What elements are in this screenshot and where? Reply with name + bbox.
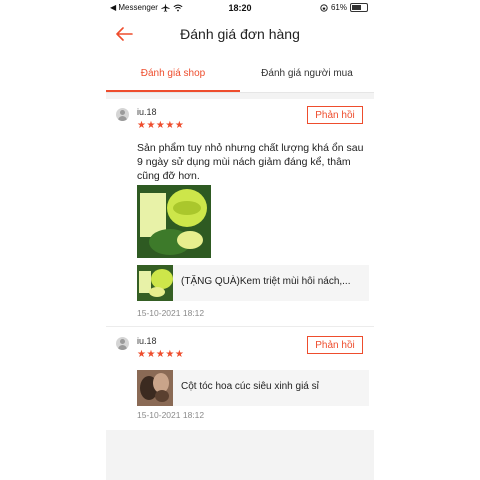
product-name: (TẶNG QUÀ)Kem triệt mùi hôi nách,... [181, 276, 351, 287]
reply-button[interactable]: Phản hồi [307, 336, 363, 354]
page-header: Đánh giá đơn hàng [106, 20, 374, 52]
star-rating: ★★★★★ [137, 120, 185, 131]
status-right: 61% [320, 3, 368, 12]
review-product-link[interactable]: Cột tóc hoa cúc siêu xinh giá sỉ [137, 370, 369, 406]
tab-bar: Đánh giá shop Đánh giá người mua [106, 60, 374, 92]
review-product-link[interactable]: (TẶNG QUÀ)Kem triệt mùi hôi nách,... [137, 265, 369, 301]
review-username: iu.18 [137, 107, 157, 117]
product-thumbnail [137, 265, 173, 301]
phone-screen: ◀ Messenger 18:20 61% Đánh giá đơn hàng … [106, 0, 374, 480]
review-photo[interactable] [137, 185, 211, 258]
avatar [116, 337, 129, 350]
review-date: 15-10-2021 18:12 [137, 410, 205, 420]
tab-buyer-review[interactable]: Đánh giá người mua [240, 68, 374, 79]
product-name: Cột tóc hoa cúc siêu xinh giá sỉ [181, 381, 319, 392]
battery-fill [352, 5, 361, 10]
review-card: iu.18 ★★★★★ Phản hồi Sản phẩm tuy nhỏ nh… [106, 99, 374, 325]
bottom-area [106, 430, 374, 480]
review-date: 15-10-2021 18:12 [137, 308, 205, 318]
battery-icon [350, 3, 368, 12]
battery-percent: 61% [330, 3, 347, 12]
lock-rotation-icon [320, 3, 328, 12]
avatar [116, 108, 129, 121]
reply-button[interactable]: Phản hồi [307, 106, 363, 124]
review-username: iu.18 [137, 336, 157, 346]
tab-shop-review[interactable]: Đánh giá shop [106, 68, 240, 79]
review-card: iu.18 ★★★★★ Phản hồi Cột tóc hoa cúc siê… [106, 327, 374, 427]
product-thumbnail [137, 370, 173, 406]
page-title: Đánh giá đơn hàng [180, 26, 300, 42]
status-bar: ◀ Messenger 18:20 61% [106, 0, 374, 16]
star-rating: ★★★★★ [137, 349, 185, 360]
review-comment: Sản phẩm tuy nhỏ nhưng chất lượng khá ổn… [137, 142, 364, 182]
